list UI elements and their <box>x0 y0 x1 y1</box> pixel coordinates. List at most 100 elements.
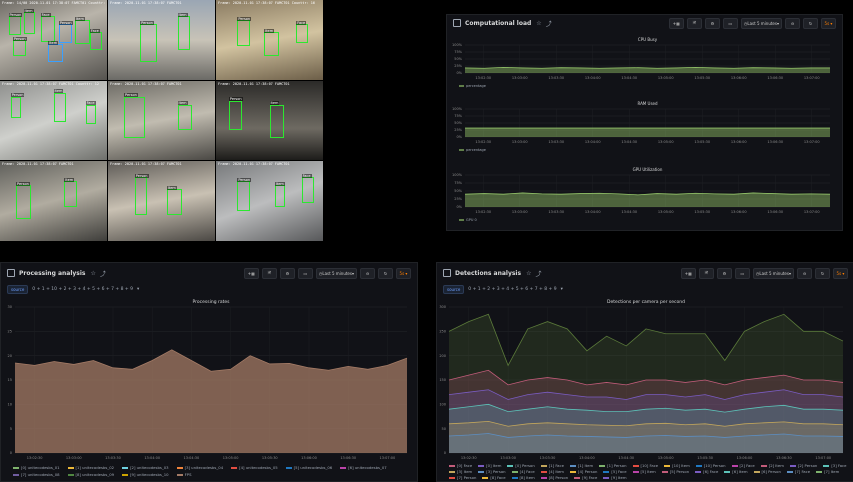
settings-gear-icon[interactable]: ⚙ <box>716 268 732 279</box>
legend-item[interactable]: [5] Face <box>603 469 627 474</box>
legend-item[interactable]: [1] Item <box>569 463 593 468</box>
refresh-interval-dropdown[interactable]: 5s ▾ <box>821 18 836 29</box>
save-dashboard-icon[interactable]: 🗎 <box>698 268 714 279</box>
legend-item[interactable]: [5] Person <box>661 469 689 474</box>
legend-item[interactable]: [9] Item <box>603 475 627 480</box>
legend-item[interactable]: [3] Item <box>449 469 472 474</box>
tv-mode-icon[interactable]: ▭ <box>297 268 313 279</box>
legend-item[interactable]: [4] Face <box>511 469 535 474</box>
legend-item[interactable]: [4] Person <box>570 469 597 474</box>
legend-item[interactable]: [1] Face <box>540 463 564 468</box>
refresh-interval-dropdown[interactable]: 5s ▾ <box>396 268 411 279</box>
legend-item[interactable]: [8] Person <box>540 475 569 480</box>
legend-swatch <box>340 467 347 469</box>
camera-feed[interactable]: Frame: 2020-11-01 17:38:07 FAMCT01 Count… <box>216 0 323 80</box>
camera-feed[interactable]: Frame: 14/00 2020-11-01 17:38:07 FAMCT01… <box>0 0 107 80</box>
legend-label: percentage <box>466 148 486 152</box>
zoom-out-icon[interactable]: ⊖ <box>785 18 800 29</box>
share-icon[interactable]: ⤴ <box>535 269 541 278</box>
camera-feed[interactable]: Frame: 2020-11-01 17:38:07 FAMCT01 Person… <box>216 80 323 161</box>
zoom-out-icon[interactable]: ⊖ <box>797 268 812 279</box>
refresh-icon[interactable]: ↻ <box>803 18 818 29</box>
legend-item[interactable]: [1] unitecodesbs_02 <box>67 465 114 470</box>
add-panel-button[interactable]: +▦ <box>243 268 259 279</box>
refresh-icon[interactable]: ↻ <box>815 268 830 279</box>
legend-item[interactable]: [5] unitecodesbs_06 <box>285 465 332 470</box>
legend-label: [8] Person <box>548 475 569 480</box>
camera-feed[interactable]: Frame: 2020-11-01 17:38:07 FAMCT01 Person… <box>216 161 323 241</box>
legend-item[interactable]: [0] unitecodesbs_01 <box>13 465 60 470</box>
camera-feed[interactable]: Frame: 2020-11-01 17:38:07 FAMCT01 Count… <box>0 80 107 161</box>
save-dashboard-icon[interactable]: 🗎 <box>261 268 277 279</box>
share-icon[interactable]: ⤴ <box>546 19 552 28</box>
legend-item[interactable]: [3] Person <box>478 469 506 474</box>
chevron-down-icon[interactable]: ▾ <box>137 287 139 292</box>
legend-item[interactable]: [8] unitecodesbs_09 <box>67 472 114 477</box>
add-panel-button[interactable]: +▦ <box>668 18 684 29</box>
legend-item[interactable]: [5] Item <box>632 469 656 474</box>
panel-title[interactable]: Processing analysis <box>19 270 86 277</box>
legend-item[interactable]: [8] Face <box>482 475 506 480</box>
camera-feed[interactable]: Frame: 2020-11-01 17:38:07 FAMCT01 Person… <box>108 161 215 241</box>
legend-item[interactable]: [0] Item <box>478 463 501 468</box>
settings-gear-icon[interactable]: ⚙ <box>279 268 295 279</box>
variable-value-dropdown[interactable]: 0 + 1 + 2 + 3 + 4 + 5 + 6 + 7 + 8 + 9 <box>468 287 556 292</box>
tv-mode-icon[interactable]: ▭ <box>722 18 738 29</box>
legend-label: [4] unitecodesbs_05 <box>239 465 278 470</box>
zoom-out-icon[interactable]: ⊖ <box>360 268 375 279</box>
detection-label: Item <box>23 8 34 13</box>
legend-item[interactable]: [6] Item <box>724 469 748 474</box>
legend-item[interactable]: [3] Face <box>823 463 846 468</box>
legend-item[interactable]: [0] Person <box>507 463 535 468</box>
legend-item[interactable]: [10] Person <box>695 463 726 468</box>
legend-item[interactable]: [6] Person <box>753 469 781 474</box>
panel-toolbar: +▦ 🗎 ⚙ ▭ ◷ Last 5 minutes ▾ ⊖ ↻ 5s ▾ <box>680 268 848 279</box>
refresh-icon[interactable]: ↻ <box>378 268 393 279</box>
chevron-down-icon[interactable]: ▾ <box>561 287 563 292</box>
camera-timestamp: Frame: 2020-11-01 17:38:07 FAMCT01 <box>218 162 290 167</box>
camera-feed[interactable]: Frame: 2020-11-01 17:38:07 FAMCT01 Person… <box>108 0 215 80</box>
tv-mode-icon[interactable]: ▭ <box>734 268 750 279</box>
legend-item[interactable]: [1] Person <box>599 463 627 468</box>
time-range-picker[interactable]: ◷ Last 5 minutes ▾ <box>752 268 794 279</box>
legend-item[interactable]: [8] Item <box>511 475 535 480</box>
legend-item[interactable]: [7] unitecodesbs_08 <box>13 472 60 477</box>
legend-item[interactable]: [9] Face <box>574 475 597 480</box>
legend-item[interactable]: [7] Item <box>816 469 839 474</box>
y-tick-label: 100% <box>452 173 463 177</box>
camera-feed[interactable]: Frame: 2020-11-01 17:38:07 FAMCT01 Person… <box>108 80 215 161</box>
legend-item[interactable]: [10] Item <box>664 463 690 468</box>
legend-item[interactable]: [10] Face <box>632 463 658 468</box>
legend-item[interactable]: [4] unitecodesbs_05 <box>231 465 278 470</box>
legend-item[interactable]: [0] Face <box>449 463 472 468</box>
settings-gear-icon[interactable]: ⚙ <box>704 18 720 29</box>
share-icon[interactable]: ⤴ <box>100 269 106 278</box>
legend-item[interactable]: [2] unitecodesbs_03 <box>122 465 169 470</box>
time-range-picker[interactable]: ◷ Last 5 minutes ▾ <box>740 18 782 29</box>
legend-swatch <box>823 465 830 467</box>
time-range-picker[interactable]: ◷ Last 5 minutes ▾ <box>315 268 357 279</box>
camera-feed[interactable]: Frame: 2020-11-01 17:38:07 FAMCT01 Person… <box>0 161 107 241</box>
variable-value-dropdown[interactable]: 0 + 1 + 10 + 2 + 3 + 4 + 5 + 6 + 7 + 8 +… <box>32 287 133 292</box>
star-icon[interactable]: ☆ <box>91 270 96 277</box>
legend-item[interactable]: [6] unitecodesbs_07 <box>340 465 387 470</box>
add-panel-button[interactable]: +▦ <box>680 268 696 279</box>
legend-item[interactable]: [2] Person <box>789 463 817 468</box>
template-variable-row: source 0 + 1 + 2 + 3 + 4 + 5 + 6 + 7 + 8… <box>443 285 563 294</box>
legend-item[interactable]: [7] Face <box>786 469 810 474</box>
legend-item[interactable]: [3] unitecodesbs_04 <box>176 465 223 470</box>
star-icon[interactable]: ☆ <box>526 270 531 277</box>
legend-item[interactable]: FPS <box>176 472 191 477</box>
save-dashboard-icon[interactable]: 🗎 <box>686 18 702 29</box>
legend-item[interactable]: [2] Item <box>760 463 784 468</box>
legend-item[interactable]: [7] Person <box>449 475 476 480</box>
panel-title[interactable]: Computational load <box>465 20 531 27</box>
legend-item[interactable]: [4] Item <box>540 469 564 474</box>
panel-title[interactable]: Detections analysis <box>455 270 521 277</box>
refresh-interval-dropdown[interactable]: 5s ▾ <box>833 268 848 279</box>
star-icon[interactable]: ☆ <box>536 20 541 27</box>
legend-item[interactable]: [9] unitecodesbs_10 <box>122 472 169 477</box>
legend-swatch <box>13 474 19 476</box>
legend-item[interactable]: [6] Face <box>695 469 718 474</box>
legend-item[interactable]: [2] Face <box>731 463 755 468</box>
